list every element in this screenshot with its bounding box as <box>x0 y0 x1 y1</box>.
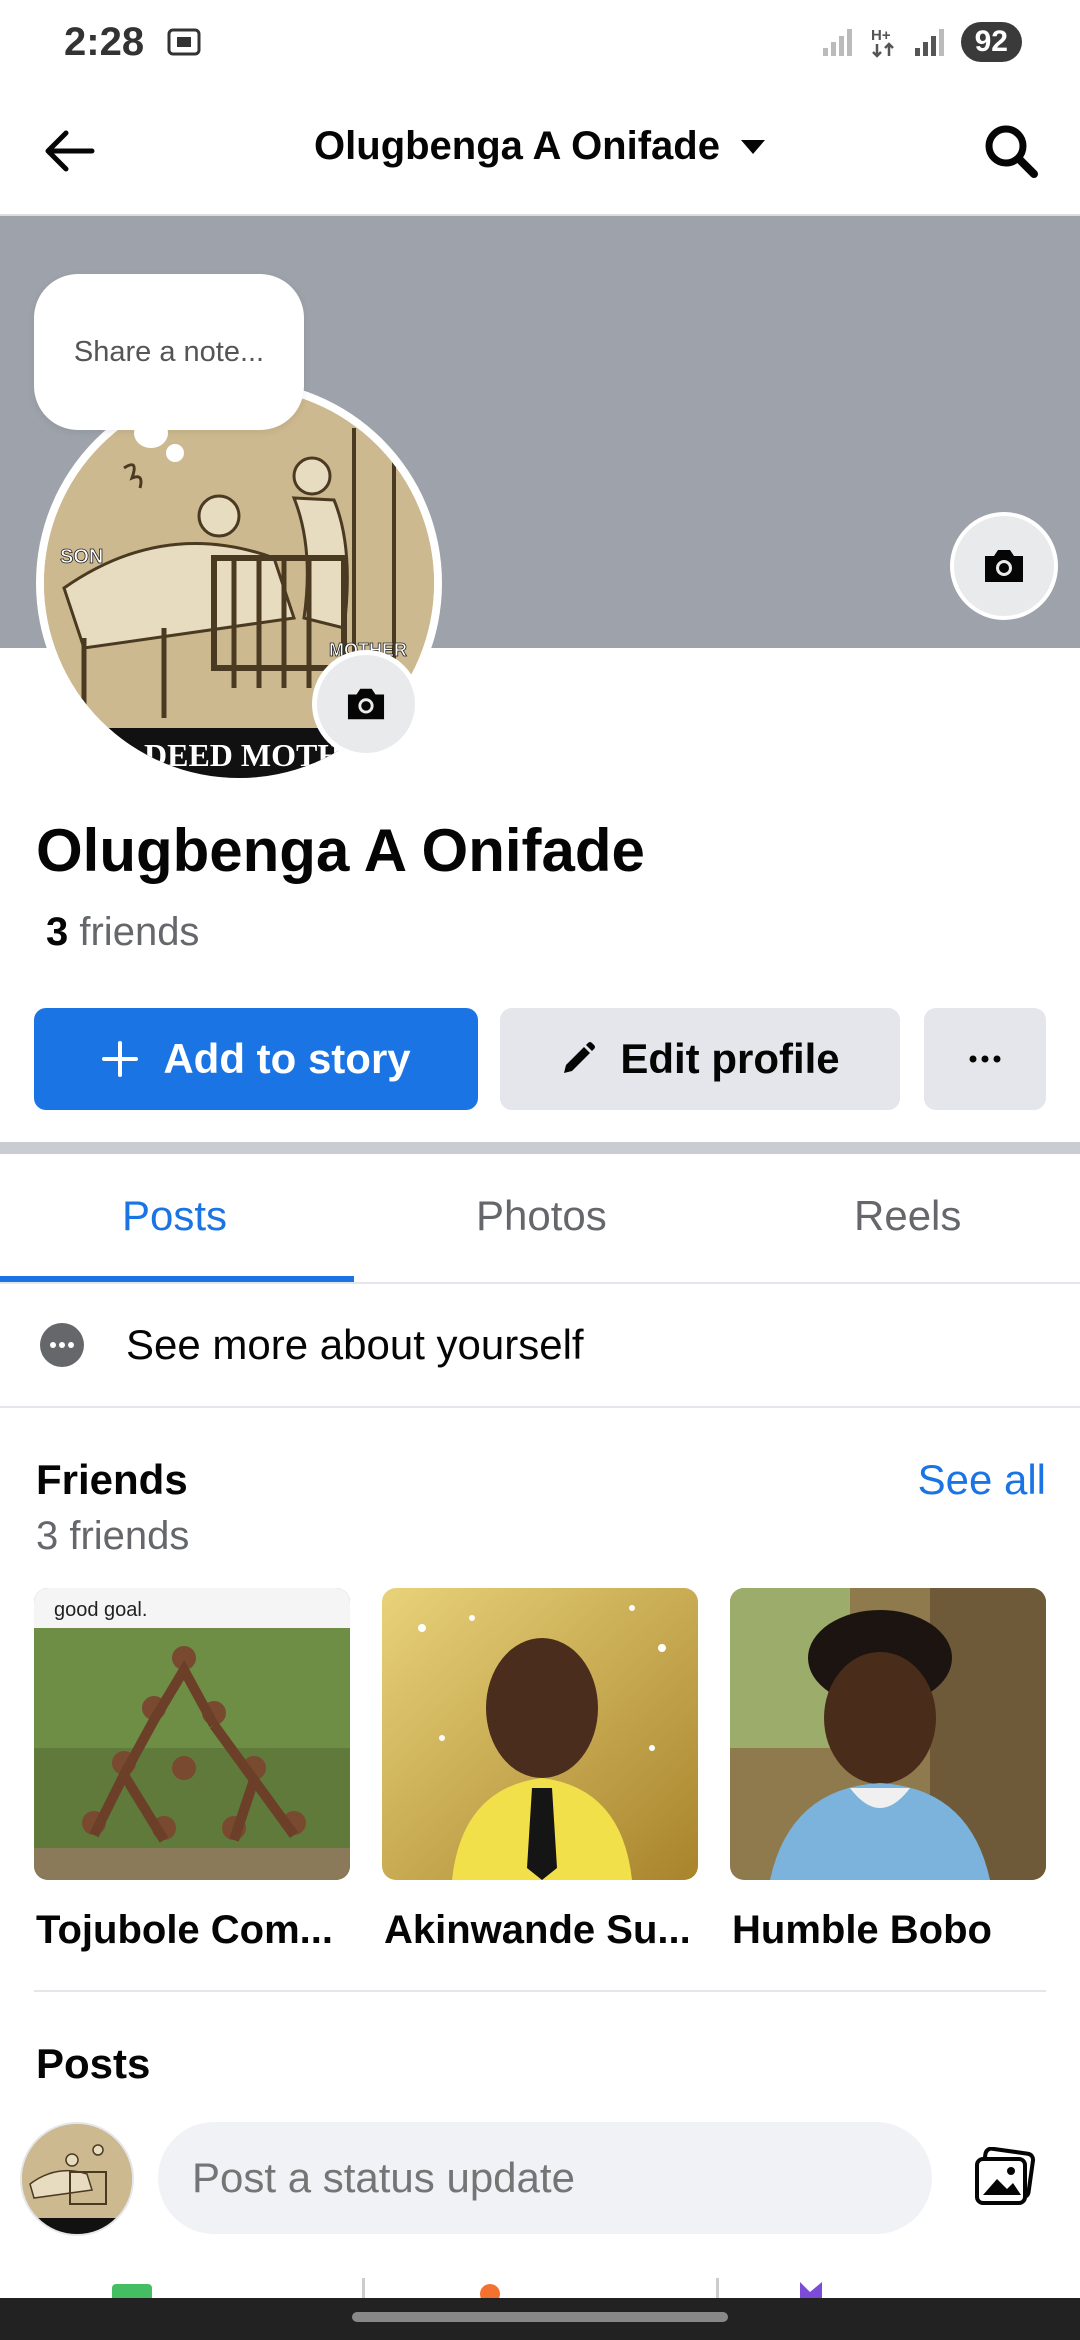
note-bubble-tail-small <box>166 444 184 462</box>
status-update-input[interactable] <box>158 2122 932 2234</box>
signal-icon-2 <box>914 29 944 56</box>
friend-name: Humble Bobo <box>732 1908 992 1952</box>
active-tab-indicator <box>0 1276 354 1282</box>
search-button[interactable] <box>976 116 1046 186</box>
network-hplus-icon: H+ <box>871 27 894 58</box>
more-horizontal-icon <box>969 1055 1001 1063</box>
tab-photos[interactable]: Photos <box>476 1192 607 1240</box>
friend-name: Akinwande Su... <box>384 1908 691 1952</box>
pencil-icon <box>564 1042 596 1073</box>
friends-section-title: Friends <box>36 1456 188 1503</box>
header-title: Olugbenga A Onifade <box>314 124 720 168</box>
friend-card[interactable]: Akinwande Su... <box>382 1588 698 1953</box>
edit-avatar-button[interactable] <box>312 650 420 758</box>
see-more-about-label: See more about yourself <box>126 1321 584 1368</box>
section-divider-thin <box>34 1990 1046 1992</box>
tab-reels[interactable]: Reels <box>854 1192 961 1240</box>
share-note-bubble[interactable]: Share a note... <box>34 274 304 430</box>
camera-icon <box>985 550 1023 582</box>
friends-count[interactable]: 3 friends <box>46 910 199 955</box>
more-circle-icon <box>40 1323 84 1367</box>
add-photo-button[interactable] <box>970 2142 1040 2212</box>
avatar-label-son: SON <box>60 546 103 568</box>
plus-icon <box>102 1041 139 1077</box>
status-bar: 2:28 H+ 92 <box>0 0 1080 88</box>
battery-level: 92 <box>960 22 1022 62</box>
friend-photo: good goal. <box>34 1588 350 1880</box>
profile-tabs: Posts Photos Reels <box>0 1154 1080 1284</box>
edit-profile-label: Edit profile <box>620 1035 840 1082</box>
add-to-story-label: Add to story <box>163 1035 411 1082</box>
add-to-story-button[interactable]: Add to story <box>34 1008 478 1110</box>
friend-card[interactable]: Humble Bobo <box>730 1588 1046 1953</box>
more-options-button[interactable] <box>924 1008 1046 1110</box>
composer-avatar[interactable] <box>20 2122 134 2236</box>
posts-section-title: Posts <box>36 2040 151 2087</box>
status-time: 2:28 <box>64 20 145 64</box>
screenshot-icon <box>167 28 201 56</box>
friends-count-number: 3 <box>46 910 69 954</box>
composer-actions-peek <box>0 2268 1080 2298</box>
see-more-about-row[interactable]: See more about yourself <box>0 1284 1080 1408</box>
edit-profile-button[interactable]: Edit profile <box>500 1008 900 1110</box>
caret-down-icon <box>740 139 765 154</box>
photo-gallery-icon <box>975 2147 1036 2205</box>
tab-posts[interactable]: Posts <box>122 1192 227 1240</box>
svg-text:H+: H+ <box>871 27 891 44</box>
friends-count-label: friends <box>79 910 200 954</box>
note-bubble-tail <box>134 418 168 448</box>
search-icon <box>985 125 1038 178</box>
share-note-placeholder: Share a note... <box>73 335 265 368</box>
profile-name: Olugbenga A Onifade <box>36 817 645 884</box>
top-app-bar: Olugbenga A Onifade <box>0 88 1080 216</box>
section-divider <box>0 1142 1080 1154</box>
signal-icon <box>822 29 852 56</box>
profile-page: 2:28 H+ 92 Olugbenga A Onifade SON DEED … <box>0 0 1080 2340</box>
gesture-handle[interactable] <box>352 2312 728 2322</box>
friend-photo <box>382 1588 698 1880</box>
camera-icon <box>347 688 385 720</box>
system-navigation-bar <box>0 2298 1080 2340</box>
profile-switcher[interactable]: Olugbenga A Onifade <box>0 124 1080 169</box>
friend-photo-caption: good goal. <box>54 1599 147 1621</box>
friend-card[interactable]: good goal. Tojubole Com... <box>34 1588 350 1953</box>
friend-name: Tojubole Com... <box>36 1908 334 1952</box>
status-icons: H+ 92 <box>821 22 1022 62</box>
friends-section-subtitle: 3 friends <box>36 1514 190 1558</box>
see-all-friends-link[interactable]: See all <box>918 1456 1046 1504</box>
edit-cover-button[interactable] <box>950 512 1058 620</box>
friend-photo <box>730 1588 1046 1880</box>
